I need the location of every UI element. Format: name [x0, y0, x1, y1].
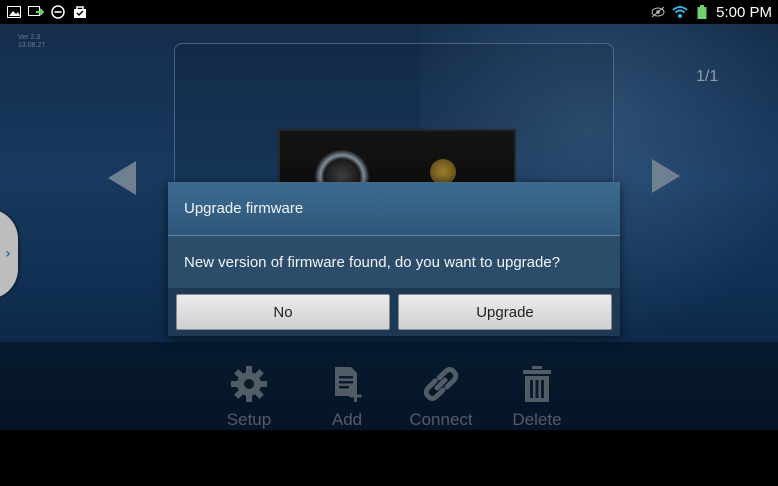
navigation-bar-area [0, 430, 778, 486]
bag-icon [72, 5, 88, 19]
status-bar: 5:00 PM [0, 0, 778, 24]
dialog-title: Upgrade firmware [168, 182, 620, 236]
battery-icon [694, 5, 710, 19]
status-bar-right-icons: 5:00 PM [650, 4, 772, 21]
no-button[interactable]: No [176, 294, 390, 330]
image-icon [6, 5, 22, 19]
dialog-message: New version of firmware found, do you wa… [168, 236, 620, 288]
dialog-button-row: No Upgrade [168, 288, 620, 336]
status-time: 5:00 PM [716, 3, 772, 21]
upgrade-button[interactable]: Upgrade [398, 294, 612, 330]
minus-circle-icon [50, 5, 66, 19]
wifi-icon [672, 5, 688, 19]
status-bar-left-icons [6, 5, 88, 19]
upgrade-firmware-dialog: Upgrade firmware New version of firmware… [168, 182, 620, 336]
cast-icon [28, 5, 44, 19]
eye-icon [650, 5, 666, 19]
